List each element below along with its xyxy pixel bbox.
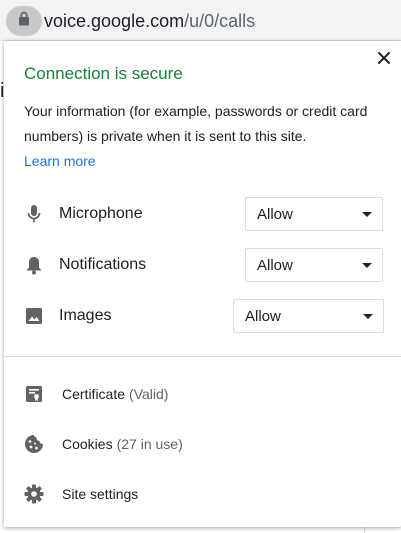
lock-icon	[18, 11, 30, 31]
dropdown-caret-icon	[362, 263, 372, 268]
select-value: Allow	[245, 308, 281, 325]
permission-label: Images	[59, 307, 112, 324]
cookies-link[interactable]: Cookies (27 in use)	[4, 424, 401, 464]
link-text: Cookies (27 in use)	[62, 435, 183, 453]
link-label: Cookies	[62, 436, 113, 452]
url-host: voice.google.com	[44, 11, 185, 31]
link-label: Site settings	[62, 486, 139, 502]
learn-more-link[interactable]: Learn more	[24, 149, 96, 173]
permission-row-images: Images Allow	[4, 299, 401, 333]
permission-label: Microphone	[59, 205, 143, 222]
site-info-button[interactable]	[6, 6, 42, 36]
select-value: Allow	[257, 257, 293, 274]
link-sublabel: (27 in use)	[116, 436, 183, 452]
images-permission-select[interactable]: Allow	[233, 299, 384, 333]
select-value: Allow	[257, 206, 293, 223]
connection-status-title: Connection is secure	[24, 64, 183, 83]
certificate-link[interactable]: Certificate (Valid)	[4, 374, 401, 414]
site-settings-link[interactable]: Site settings	[4, 474, 401, 514]
section-divider	[4, 356, 401, 357]
close-icon	[378, 51, 390, 69]
bell-icon	[24, 255, 44, 275]
url-text[interactable]: voice.google.com/u/0/calls	[44, 10, 255, 32]
image-icon	[24, 306, 44, 326]
link-sublabel: (Valid)	[129, 386, 169, 402]
dropdown-caret-icon	[362, 212, 372, 217]
url-path: /u/0/calls	[184, 11, 256, 31]
page-info-bubble: Connection is secure Your information (f…	[4, 41, 401, 527]
microphone-permission-select[interactable]: Allow	[245, 197, 383, 231]
microphone-icon	[24, 204, 44, 224]
omnibox[interactable]: voice.google.com/u/0/calls	[0, 0, 401, 41]
permission-row-microphone: Microphone Allow	[4, 197, 401, 231]
close-button[interactable]	[373, 49, 395, 71]
link-text: Site settings	[62, 485, 142, 503]
dropdown-caret-icon	[363, 314, 373, 319]
notifications-permission-select[interactable]: Allow	[245, 248, 383, 282]
permission-row-notifications: Notifications Allow	[4, 248, 401, 282]
link-text: Certificate (Valid)	[62, 385, 168, 403]
gear-icon	[24, 484, 44, 504]
permission-label: Notifications	[59, 256, 147, 273]
cookie-icon	[24, 434, 44, 454]
certificate-icon	[24, 384, 44, 404]
link-label: Certificate	[62, 386, 126, 402]
connection-description: Your information (for example, passwords…	[24, 103, 368, 144]
